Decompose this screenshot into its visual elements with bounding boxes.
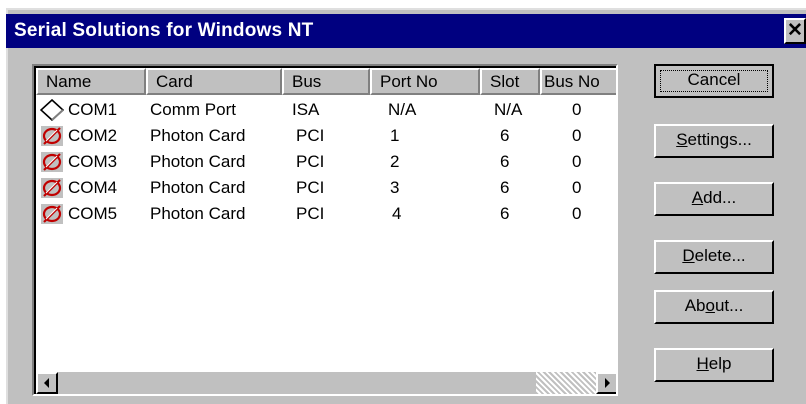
cancel-button[interactable]: Cancel [654,64,774,98]
scroll-right-button[interactable] [596,372,616,394]
slot-number: 6 [500,178,510,197]
list-item-com2[interactable]: COM2 Photon Card PCI 1 6 0 [36,123,616,149]
column-header-slot[interactable]: Slot [480,68,540,95]
list-item-com5[interactable]: COM5 Photon Card PCI 4 6 0 [36,201,616,227]
port-name: COM2 [68,126,118,145]
close-button[interactable]: ✕ [784,18,806,44]
column-header-bus[interactable]: Bus [282,68,370,95]
port-number: 4 [392,204,402,223]
slot-number: 6 [500,152,510,171]
port-name: COM4 [68,178,118,197]
bus-type: ISA [292,100,320,119]
port-number: 2 [390,152,400,171]
column-header-card[interactable]: Card [146,68,282,95]
diamond-port-icon [40,99,64,121]
photon-card-icon [41,152,63,172]
close-icon: ✕ [787,20,803,41]
list-item-com1[interactable]: COM1 Comm Port ISA N/A N/A 0 [36,97,616,123]
scroll-left-button[interactable] [36,372,58,394]
column-header-port-no[interactable]: Port No [370,68,480,95]
photon-card-icon [41,178,63,198]
card-type: Photon Card [150,126,246,145]
slot-number: 6 [500,126,510,145]
card-type: Photon Card [150,204,246,223]
slot-number: N/A [494,100,523,119]
about-label: About... [684,296,744,315]
title-bar: Serial Solutions for Windows NT ✕ [6,14,806,48]
port-list[interactable]: Name Card Bus Port No Slot Bus No COM1 C… [32,64,618,396]
add-button[interactable]: Add... [654,182,774,216]
horizontal-scrollbar[interactable] [36,372,616,394]
arrow-left-icon [44,378,49,388]
photon-card-icon [41,126,63,146]
slot-number: 6 [500,204,510,223]
delete-button[interactable]: Delete... [654,240,774,274]
settings-button[interactable]: Settings... [654,124,774,158]
column-header-bus-no[interactable]: Bus No [540,68,616,95]
bus-type: PCI [296,178,325,197]
list-header: Name Card Bus Port No Slot Bus No [36,68,616,95]
help-button[interactable]: Help [654,348,774,382]
bus-number: 0 [572,178,582,197]
card-type: Photon Card [150,178,246,197]
list-item-com4[interactable]: COM4 Photon Card PCI 3 6 0 [36,175,616,201]
column-header-name[interactable]: Name [36,68,146,95]
bus-type: PCI [296,126,325,145]
add-label: Add... [691,188,737,207]
window-title: Serial Solutions for Windows NT [14,20,314,41]
port-number: 3 [390,178,400,197]
bus-type: PCI [296,152,325,171]
delete-label: Delete... [682,246,746,265]
bus-number: 0 [572,126,582,145]
card-type: Photon Card [150,152,246,171]
port-name: COM5 [68,204,118,223]
scroll-track[interactable] [536,372,596,394]
bus-number: 0 [572,100,582,119]
arrow-right-icon [605,378,610,388]
scroll-thumb[interactable] [58,372,536,394]
help-label: Help [696,354,732,373]
port-name: COM1 [68,100,118,119]
port-name: COM3 [68,152,118,171]
list-item-com3[interactable]: COM3 Photon Card PCI 2 6 0 [36,149,616,175]
card-type: Comm Port [150,100,236,119]
port-number: 1 [390,126,400,145]
bus-number: 0 [572,204,582,223]
photon-card-icon [41,204,63,224]
bus-number: 0 [572,152,582,171]
about-button[interactable]: About... [654,290,774,324]
settings-label: Settings... [676,130,752,149]
cancel-label: Cancel [687,70,741,89]
bus-type: PCI [296,204,325,223]
port-number: N/A [388,100,417,119]
